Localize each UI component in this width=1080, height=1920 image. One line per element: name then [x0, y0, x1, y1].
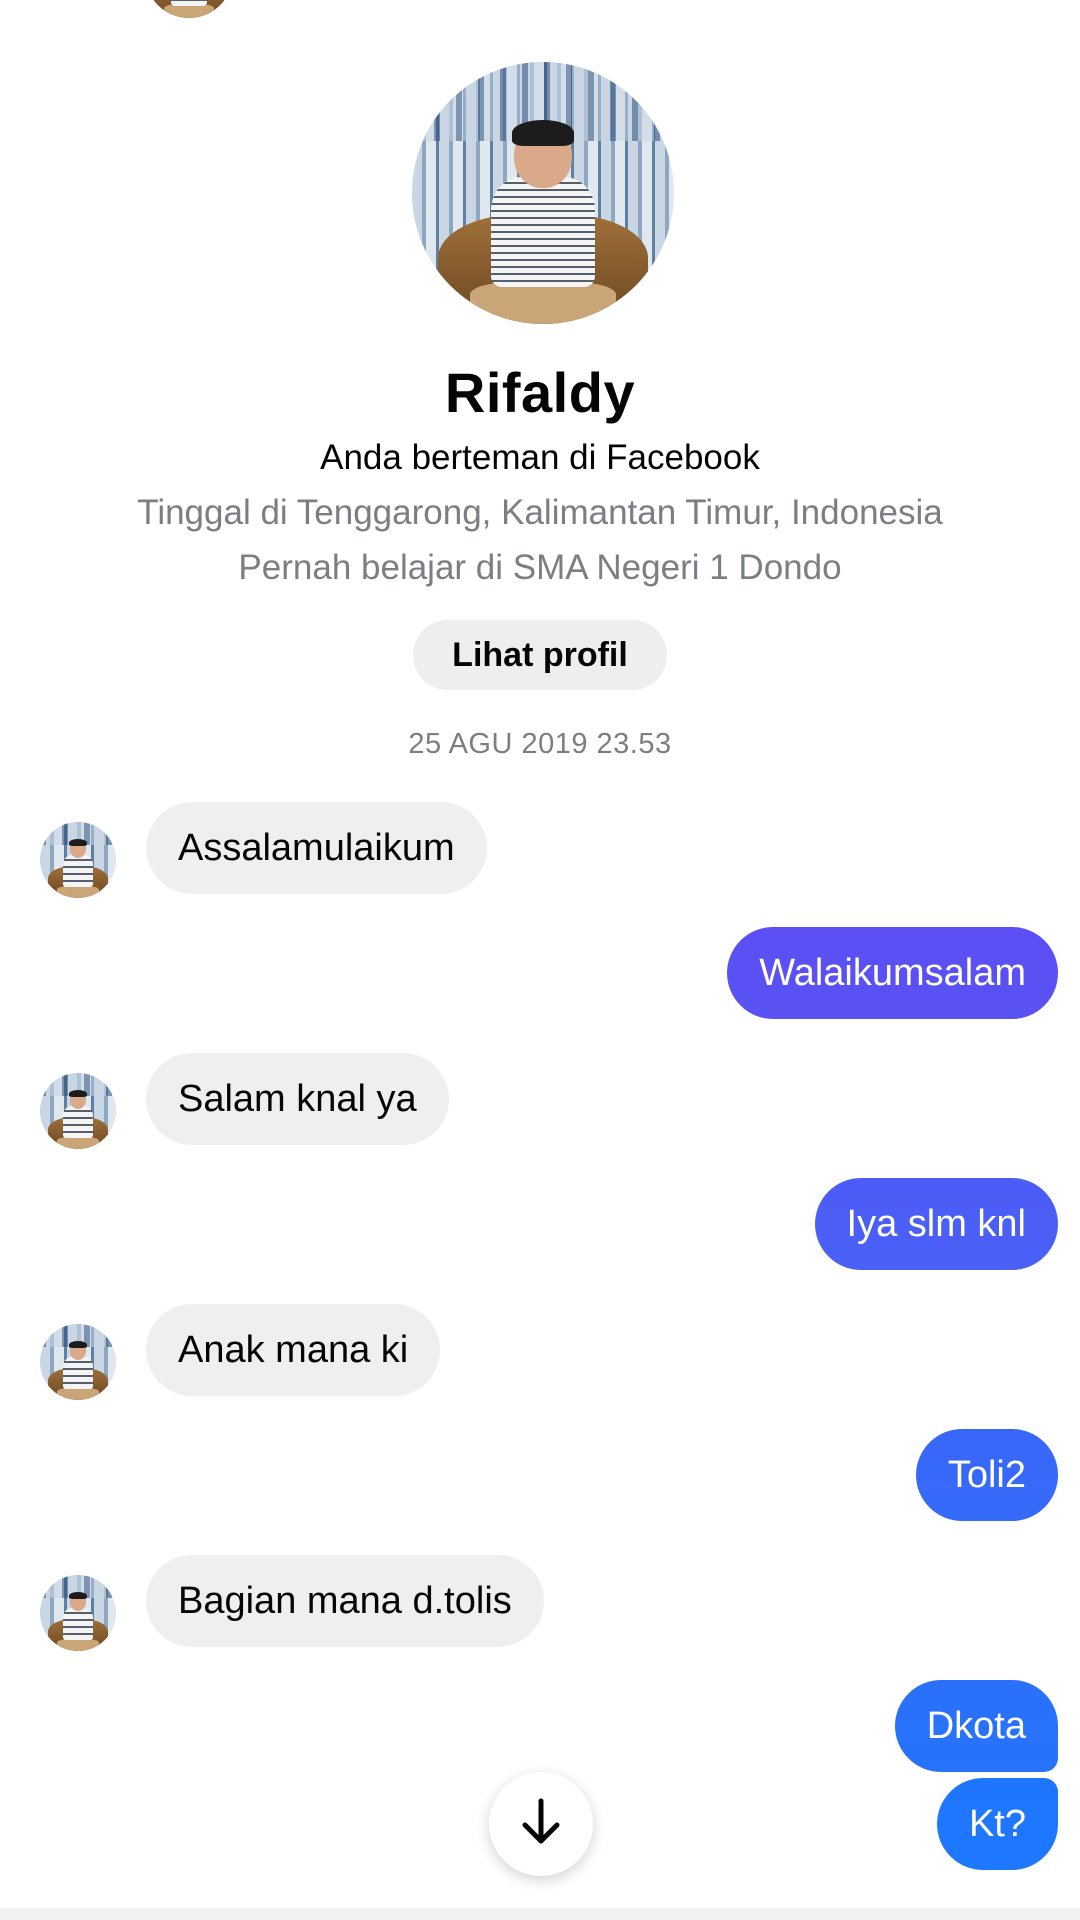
message-text: Dkota — [926, 1704, 1026, 1747]
view-profile-button[interactable]: Lihat profil — [413, 620, 667, 690]
message-bubble-incoming[interactable]: Bagian mana d.tolis — [146, 1555, 544, 1647]
message-bubble-outgoing[interactable]: Kt? — [936, 1778, 1058, 1870]
message-text: Iya slm knl — [846, 1202, 1026, 1245]
sender-avatar[interactable] — [40, 822, 116, 898]
header-avatar[interactable] — [145, 0, 233, 18]
scroll-to-bottom-button[interactable] — [489, 1772, 593, 1876]
location-info: Tinggal di Tenggarong, Kalimantan Timur,… — [137, 493, 943, 532]
sender-avatar[interactable] — [40, 1073, 116, 1149]
message-text: Walaikumsalam — [759, 951, 1026, 994]
profile-name: Rifaldy — [444, 361, 636, 424]
education-info: Pernah belajar di SMA Negeri 1 Dondo — [238, 548, 842, 587]
view-profile-label: Lihat profil — [452, 635, 628, 674]
sender-avatar[interactable] — [40, 1575, 116, 1651]
profile-photo[interactable] — [412, 62, 674, 324]
message-text: Anak mana ki — [178, 1328, 409, 1371]
message-bubble-incoming[interactable]: Salam knal ya — [146, 1053, 449, 1145]
message-text: Kt? — [968, 1802, 1026, 1845]
conversation-timestamp: 25 AGU 2019 23.53 — [408, 728, 672, 760]
message-bubble-outgoing[interactable]: Iya slm knl — [814, 1178, 1058, 1270]
composer-bar-edge — [0, 1908, 1080, 1920]
message-bubble-incoming[interactable]: Anak mana ki — [146, 1304, 441, 1396]
message-text: Bagian mana d.tolis — [178, 1579, 512, 1622]
message-bubble-outgoing[interactable]: Dkota — [894, 1680, 1058, 1772]
message-text: Toli2 — [947, 1453, 1026, 1496]
message-bubble-outgoing[interactable]: Walaikumsalam — [727, 927, 1058, 1019]
message-text: Salam knal ya — [178, 1077, 417, 1120]
message-text: Assalamulaikum — [178, 826, 455, 869]
arrow-down-icon — [519, 1797, 563, 1852]
message-bubble-outgoing[interactable]: Toli2 — [915, 1429, 1058, 1521]
friendship-status: Anda berteman di Facebook — [320, 438, 760, 477]
sender-avatar[interactable] — [40, 1324, 116, 1400]
message-bubble-incoming[interactable]: Assalamulaikum — [146, 802, 487, 894]
